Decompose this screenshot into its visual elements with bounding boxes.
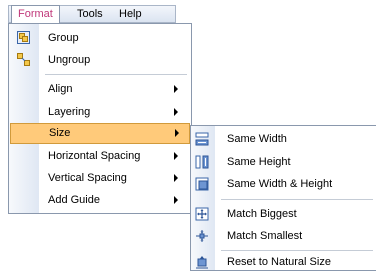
menu-item-add-guide[interactable]: Add Guide bbox=[9, 190, 191, 211]
menu-item-label: Vertical Spacing bbox=[48, 172, 127, 184]
submenu-arrow-icon bbox=[174, 108, 178, 116]
menu-item-ungroup[interactable]: Ungroup bbox=[9, 50, 191, 71]
submenu-item-reset-natural-size[interactable]: Reset to Natural Size bbox=[191, 251, 376, 273]
same-height-icon bbox=[195, 155, 209, 169]
same-width-icon bbox=[195, 132, 209, 146]
same-width-height-icon bbox=[195, 177, 209, 191]
submenu-item-match-biggest[interactable]: Match Biggest bbox=[191, 203, 376, 225]
menu-bar: Format Tools Help bbox=[8, 5, 176, 23]
menu-tools[interactable]: Tools bbox=[71, 6, 109, 22]
ungroup-icon bbox=[17, 53, 30, 66]
submenu-arrow-icon bbox=[174, 174, 178, 182]
format-menu: Group Ungroup Align Layering Size Horizo… bbox=[8, 23, 192, 214]
menu-item-label: Ungroup bbox=[48, 54, 91, 66]
size-submenu: Same Width Same Height Same Width & Heig… bbox=[190, 125, 376, 271]
submenu-arrow-icon bbox=[175, 129, 179, 137]
submenu-item-label: Same Width & Height bbox=[227, 178, 333, 190]
submenu-item-label: Same Width bbox=[227, 133, 287, 145]
menu-item-label: Group bbox=[48, 32, 79, 44]
reset-natural-size-icon bbox=[195, 255, 209, 269]
match-biggest-icon bbox=[195, 207, 209, 221]
menu-item-label: Horizontal Spacing bbox=[48, 150, 141, 162]
submenu-arrow-icon bbox=[174, 85, 178, 93]
submenu-item-label: Match Smallest bbox=[227, 230, 303, 242]
menu-item-align[interactable]: Align bbox=[9, 79, 191, 100]
submenu-separator bbox=[221, 199, 373, 200]
group-icon bbox=[17, 31, 30, 44]
menu-separator bbox=[45, 74, 187, 75]
menu-item-horizontal-spacing[interactable]: Horizontal Spacing bbox=[9, 146, 191, 167]
menu-help[interactable]: Help bbox=[113, 6, 148, 22]
submenu-item-match-smallest[interactable]: Match Smallest bbox=[191, 225, 376, 247]
menu-item-size[interactable]: Size bbox=[10, 123, 190, 144]
submenu-arrow-icon bbox=[174, 152, 178, 160]
submenu-item-label: Match Biggest bbox=[227, 208, 297, 220]
menu-item-label: Layering bbox=[48, 106, 91, 118]
submenu-item-same-width-height[interactable]: Same Width & Height bbox=[191, 173, 376, 195]
menu-item-group[interactable]: Group bbox=[9, 28, 191, 49]
match-smallest-icon bbox=[195, 229, 209, 243]
submenu-arrow-icon bbox=[174, 196, 178, 204]
menu-item-layering[interactable]: Layering bbox=[9, 102, 191, 123]
submenu-item-label: Reset to Natural Size bbox=[227, 256, 331, 268]
submenu-item-same-width[interactable]: Same Width bbox=[191, 128, 376, 150]
submenu-item-same-height[interactable]: Same Height bbox=[191, 151, 376, 173]
menu-item-label: Add Guide bbox=[48, 194, 100, 206]
menu-item-vertical-spacing[interactable]: Vertical Spacing bbox=[9, 168, 191, 189]
menu-item-label: Align bbox=[48, 83, 73, 95]
menu-item-label: Size bbox=[49, 127, 71, 139]
menu-format[interactable]: Format bbox=[11, 5, 60, 23]
submenu-item-label: Same Height bbox=[227, 156, 291, 168]
